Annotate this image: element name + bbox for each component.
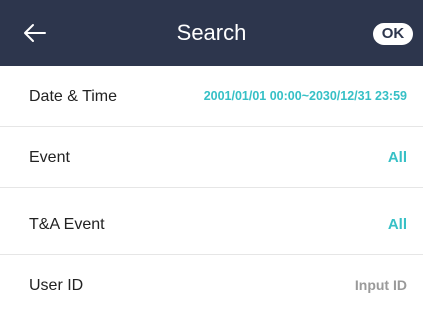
event-value[interactable]: All: [388, 127, 407, 188]
ta-event-value[interactable]: All: [388, 194, 407, 255]
date-time-value[interactable]: 2001/01/01 00:00~2030/12/31 23:59: [204, 66, 407, 127]
ta-event-row[interactable]: T&A Event All: [0, 194, 423, 255]
event-row[interactable]: Event All: [0, 127, 423, 188]
user-id-input[interactable]: Input ID: [355, 255, 407, 316]
user-id-label: User ID: [29, 277, 84, 294]
ta-event-label: T&A Event: [29, 216, 105, 233]
user-id-row[interactable]: User ID Input ID: [0, 255, 423, 316]
app-header: Search OK: [0, 0, 423, 66]
date-time-label: Date & Time: [29, 88, 118, 105]
date-time-row[interactable]: Date & Time 2001/01/01 00:00~2030/12/31 …: [0, 66, 423, 127]
event-label: Event: [29, 149, 70, 166]
ok-button[interactable]: OK: [373, 23, 413, 45]
page-title: Search: [176, 20, 247, 45]
